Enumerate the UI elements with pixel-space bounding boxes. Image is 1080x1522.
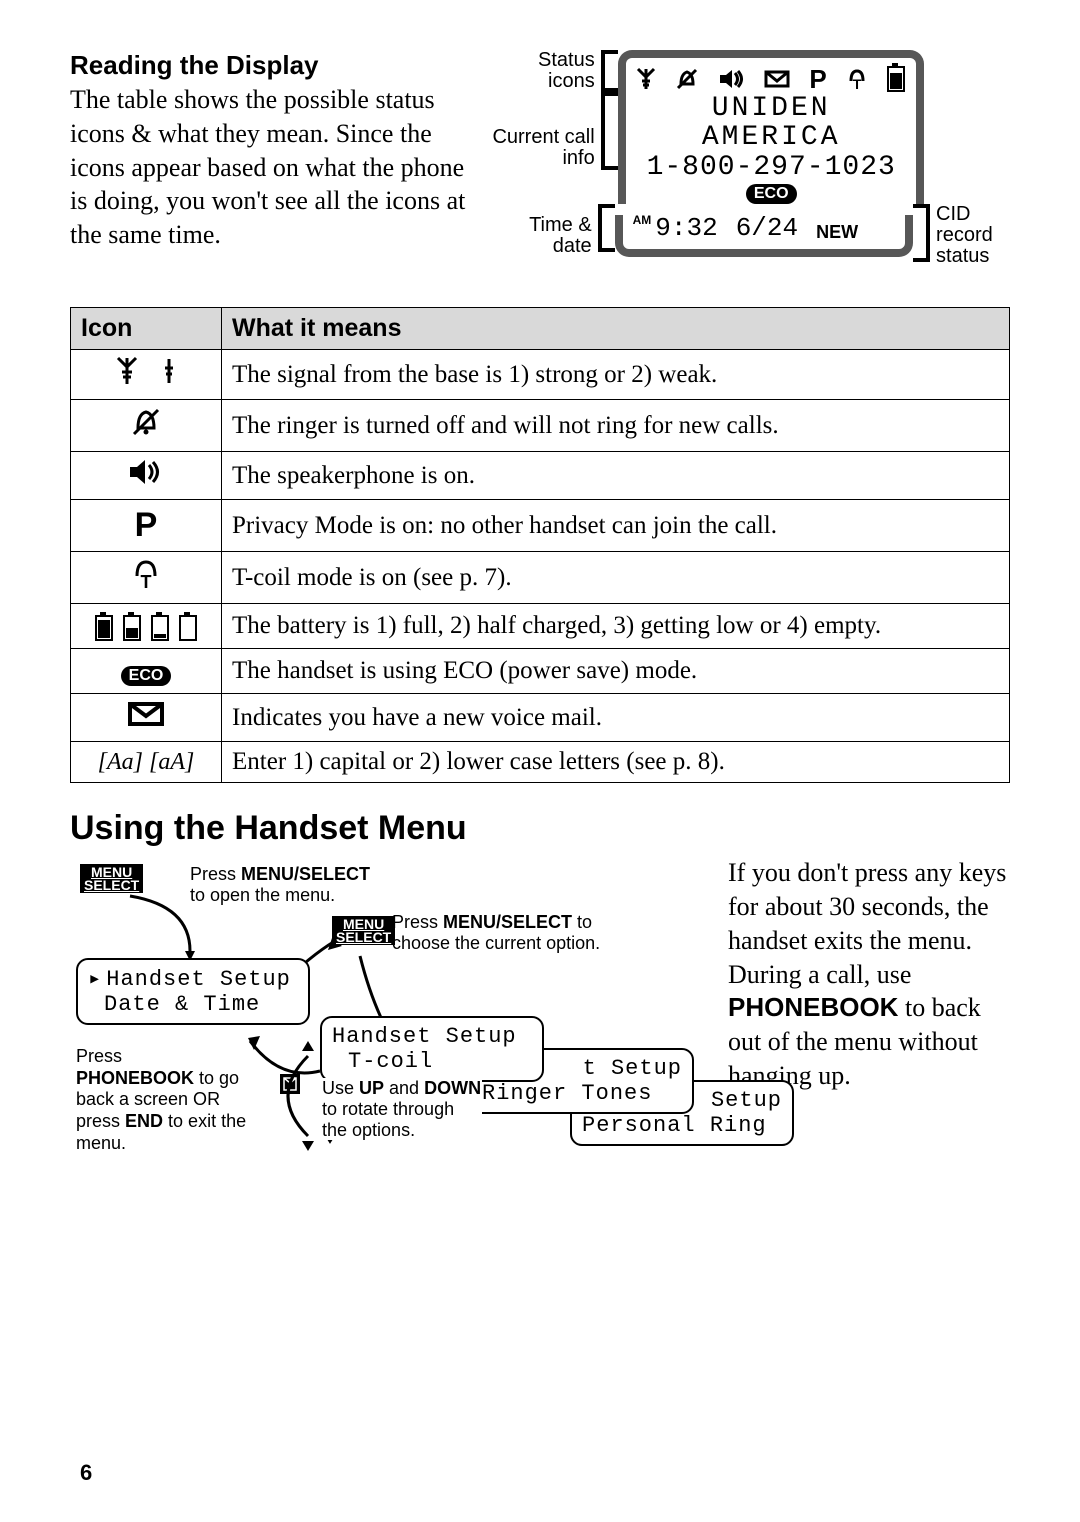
menu-select-button: MENU SELECT [332, 916, 395, 945]
eco-icon: ECO [71, 649, 222, 694]
ringer-off-icon [71, 400, 222, 452]
svg-text:T: T [852, 76, 861, 91]
col-icon: Icon [71, 308, 222, 350]
caption-back: Press PHONEBOOK to go back a screen OR p… [76, 1046, 256, 1154]
meaning: The handset is using ECO (power save) mo… [222, 649, 1010, 694]
battery-icon [886, 66, 906, 92]
table-row: [Aa] [aA] Enter 1) capital or 2) lower c… [71, 742, 1010, 783]
display-diagram: Status icons P T Current [490, 50, 1010, 267]
meaning: Enter 1) capital or 2) lower case letter… [222, 742, 1010, 783]
menu-screen-1: Handset Setup Date & Time [76, 958, 310, 1025]
caption-updown: Use UP and DOWN to rotate through the op… [322, 1078, 482, 1140]
ampm: AM [633, 213, 652, 227]
caller-name: UNIDEN AMERICA [636, 94, 906, 153]
label-status-icons: Status icons [490, 50, 595, 92]
table-row: The battery is 1) full, 2) half charged,… [71, 604, 1010, 649]
time: 9:32 [655, 213, 717, 243]
voicemail-icon [71, 694, 222, 742]
voicemail-icon [764, 66, 790, 92]
meaning: The ringer is turned off and will not ri… [222, 400, 1010, 452]
col-meaning: What it means [222, 308, 1010, 350]
speakerphone-icon [718, 66, 744, 92]
icon-meaning-table: Icon What it means The signal from the b… [70, 307, 1010, 783]
caption-open-menu: Press MENU/SELECT to open the menu. [190, 864, 390, 905]
menu-select-button: MENU SELECT [80, 864, 143, 893]
table-row: Indicates you have a new voice mail. [71, 694, 1010, 742]
speakerphone-icon [71, 452, 222, 500]
new-indicator: NEW [816, 222, 858, 243]
meaning: T-coil mode is on (see p. 7). [222, 552, 1010, 604]
signal-icon [71, 350, 222, 400]
menu-paragraph: If you don't press any keys for about 30… [728, 856, 1010, 1093]
privacy-icon: P [809, 66, 826, 92]
page-number: 6 [80, 1460, 92, 1486]
label-cid: CID record status [936, 204, 1010, 267]
meaning: Indicates you have a new voice mail. [222, 694, 1010, 742]
meaning: The battery is 1) full, 2) half charged,… [222, 604, 1010, 649]
caption-choose-option: Press MENU/SELECT to choose the current … [392, 912, 642, 953]
battery-icon [71, 604, 222, 649]
tcoil-icon: T [847, 66, 867, 92]
menu-diagram: MENU SELECT Press MENU/SELECT to open th… [70, 856, 710, 1196]
tcoil-icon: T [71, 552, 222, 604]
case-icon: [Aa] [aA] [71, 742, 222, 783]
menu-screen-2: Handset Setup T-coil [320, 1016, 544, 1082]
eco-badge: ECO [746, 184, 797, 204]
label-current-call: Current call info [490, 127, 595, 169]
signal-icon [636, 66, 656, 92]
table-row: The ringer is turned off and will not ri… [71, 400, 1010, 452]
reading-display-text: The table shows the possible status icon… [70, 83, 466, 252]
table-row: T T-coil mode is on (see p. 7). [71, 552, 1010, 604]
reading-display-heading: Reading the Display [70, 50, 466, 81]
date: 6/24 [736, 213, 798, 243]
table-row: The signal from the base is 1) strong or… [71, 350, 1010, 400]
using-handset-menu-heading: Using the Handset Menu [70, 809, 1010, 848]
caller-number: 1-800-297-1023 [636, 153, 906, 182]
meaning: The signal from the base is 1) strong or… [222, 350, 1010, 400]
label-time-date: Time & date [490, 215, 592, 257]
table-row: P Privacy Mode is on: no other handset c… [71, 500, 1010, 552]
privacy-icon: P [71, 500, 222, 552]
table-row: ECO The handset is using ECO (power save… [71, 649, 1010, 694]
table-row: The speakerphone is on. [71, 452, 1010, 500]
meaning: The speakerphone is on. [222, 452, 1010, 500]
ringer-off-icon [676, 66, 698, 92]
svg-text:T: T [141, 572, 152, 590]
meaning: Privacy Mode is on: no other handset can… [222, 500, 1010, 552]
